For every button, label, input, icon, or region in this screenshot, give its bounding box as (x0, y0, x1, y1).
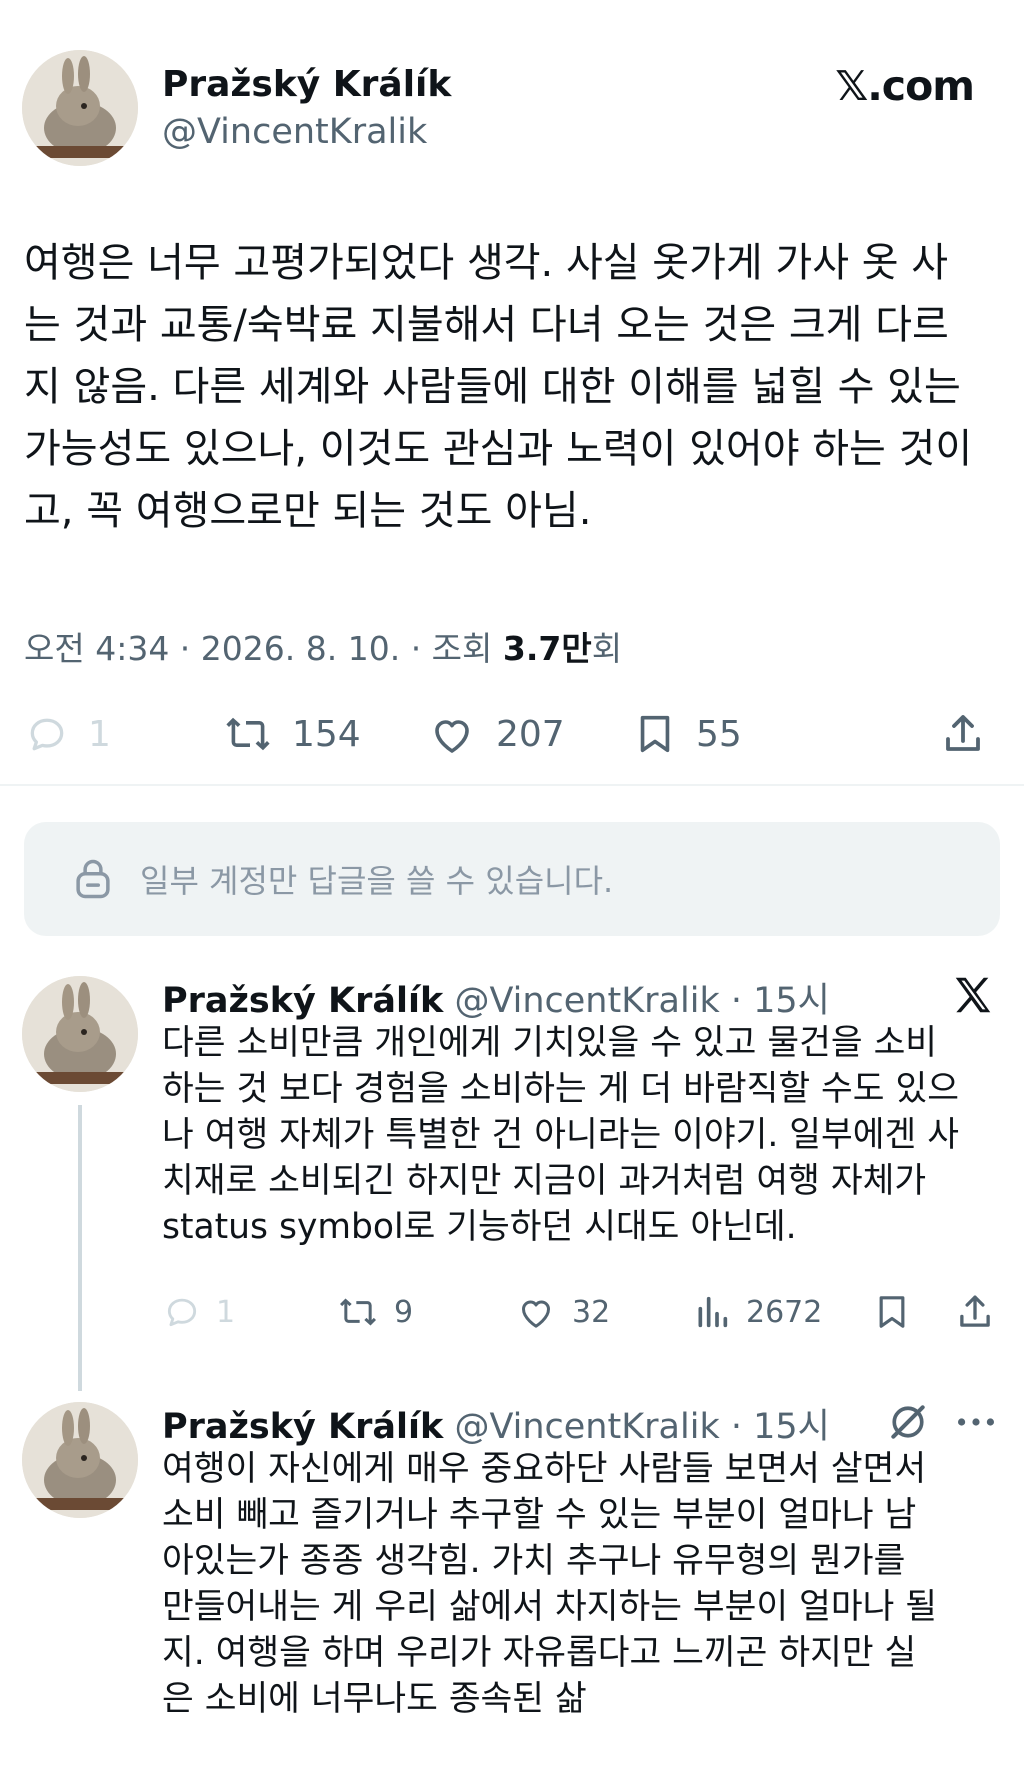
reply-icon (167, 1298, 197, 1327)
retweet-count: 9 (394, 1294, 414, 1330)
more-icon[interactable] (954, 1404, 998, 1444)
reply-count: 1 (216, 1294, 236, 1330)
retweet-button[interactable]: 154 (222, 708, 361, 760)
retweet-icon (226, 717, 270, 751)
like-count: 207 (496, 713, 565, 755)
view-count: 3.7만 (502, 629, 592, 668)
tweet-meta: 오전 4:34 · 2026. 8. 10. · 조회 3.7만회 (24, 622, 622, 670)
reply-icon (30, 718, 64, 751)
author-name[interactable]: Pražský Králík (162, 64, 451, 105)
view-count-suffix: 회 (591, 629, 623, 668)
avatar[interactable] (22, 976, 138, 1092)
bookmark-icon (879, 1296, 905, 1328)
lock-icon (76, 859, 110, 899)
retweet-icon (340, 1298, 376, 1326)
thread-connector (78, 1105, 82, 1391)
reply-count: 1 (88, 713, 111, 755)
reply-text: 다른 소비만큼 개인에게 기치있을 수 있고 물건을 소비 하는 것 보다 경험… (162, 1023, 959, 1247)
share-button[interactable] (954, 1290, 996, 1334)
reply-button[interactable]: 1 (162, 1290, 235, 1334)
view-count: 2672 (746, 1294, 823, 1330)
like-count: 32 (572, 1294, 611, 1330)
like-button[interactable]: 207 (426, 708, 565, 760)
author-handle[interactable]: @VincentKralik (454, 1407, 719, 1447)
reply-time[interactable]: · 15시 (731, 1407, 830, 1447)
views-button[interactable]: 2672 (692, 1290, 822, 1334)
avatar[interactable] (22, 50, 138, 166)
like-button[interactable]: 32 (514, 1290, 610, 1334)
rabbit-avatar-image (22, 976, 138, 1092)
author-name[interactable]: Pražský Králík (162, 981, 443, 1021)
retweet-count: 154 (292, 713, 361, 755)
reply-header: Pražský Králík @VincentKralik · 15시 (162, 1398, 830, 1449)
author-handle[interactable]: @VincentKralik (162, 112, 427, 152)
x-com-logo: 𝕏.com (835, 62, 975, 110)
share-button[interactable] (938, 708, 988, 760)
bookmark-icon (640, 715, 670, 753)
rabbit-avatar-image (22, 50, 138, 166)
author-handle[interactable]: @VincentKralik (454, 981, 719, 1021)
like-icon (435, 720, 469, 753)
tweet-timestamp: 오전 4:34 · 2026. 8. 10. · 조회 (24, 629, 503, 668)
divider (0, 784, 1024, 786)
reply-restriction-notice: 일부 계정만 답글을 쓸 수 있습니다. (24, 822, 1000, 936)
reply-header: Pražský Králík @VincentKralik · 15시 (162, 972, 830, 1023)
tweet-text: 여행은 너무 고평가되었다 생각. 사실 옷가게 가사 옷 사 는 것과 교통/… (24, 240, 973, 534)
reply-restriction-label: 일부 계정만 답글을 쓸 수 있습니다. (140, 862, 614, 900)
share-icon (946, 715, 980, 751)
retweet-button[interactable]: 9 (336, 1290, 413, 1334)
views-icon (698, 1296, 728, 1328)
reply-button[interactable]: 1 (24, 708, 111, 760)
author-name[interactable]: Pražský Králík (162, 1407, 443, 1447)
bookmark-count: 55 (696, 713, 742, 755)
reply-time[interactable]: · 15시 (731, 981, 830, 1021)
avatar[interactable] (22, 1402, 138, 1518)
bookmark-button[interactable]: 55 (632, 708, 742, 760)
x-logo-icon (950, 972, 996, 1022)
rabbit-avatar-image (22, 1402, 138, 1518)
like-icon (522, 1300, 550, 1328)
share-icon (960, 1295, 990, 1327)
grok-icon[interactable] (886, 1400, 930, 1448)
reply-text: 여행이 자신에게 매우 중요하단 사람들 보면서 살면서 소비 빼고 즐기거나 … (162, 1449, 938, 1719)
bookmark-button[interactable] (872, 1290, 912, 1334)
